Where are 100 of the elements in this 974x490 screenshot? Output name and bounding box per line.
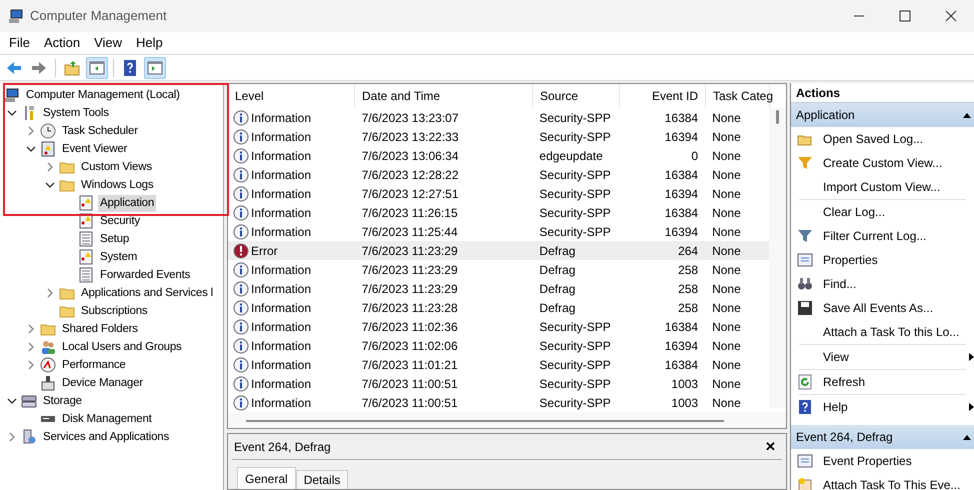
menu-item[interactable]: File	[2, 33, 37, 53]
tree-item[interactable]: Shared Folders	[60, 320, 140, 338]
tree-item[interactable]: Application	[98, 194, 156, 212]
event-id-cell-text: 258	[677, 300, 700, 316]
task-link[interactable]: Clear Log...	[823, 203, 886, 221]
task-link[interactable]: Help	[823, 398, 848, 416]
task-category-cell-text: None	[711, 148, 742, 164]
tree-item[interactable]: Device Manager	[60, 374, 145, 392]
event-row[interactable]: Information 7/6/2023 11:02:36 Security-SPP 16384 None	[228, 317, 769, 336]
task-link[interactable]: Filter Current Log...	[823, 227, 926, 245]
event-row[interactable]: Information 7/6/2023 13:23:07 Security-SPP 16384 None	[228, 108, 769, 127]
source-cell-text: Defrag	[538, 262, 576, 278]
event-row[interactable]: Information 7/6/2023 11:23:29 Defrag 258 None	[228, 260, 769, 279]
task-icon	[797, 477, 813, 490]
section-header[interactable]: Event 264, Defrag	[791, 425, 974, 449]
date-cell-text: 7/6/2023 11:00:51	[360, 376, 459, 392]
event-row[interactable]: Information 7/6/2023 11:26:15 Security-SPP 16384 None	[228, 203, 769, 222]
chevron-right-icon[interactable]	[26, 324, 36, 334]
task-link[interactable]: Import Custom View...	[823, 178, 940, 196]
event-row[interactable]: Information 7/6/2023 11:25:44 Security-SPP 16394 None	[228, 222, 769, 241]
task-link[interactable]: View	[823, 348, 849, 366]
level-cell-text: Information	[251, 262, 312, 278]
tree-item[interactable]: System	[98, 248, 140, 266]
chevron-down-icon[interactable]	[45, 180, 55, 190]
level-cell-text: Information	[251, 186, 312, 202]
chevron-right-icon[interactable]	[45, 288, 55, 298]
event-row[interactable]: Information 7/6/2023 11:00:51 Security-SPP 1003 None	[228, 374, 769, 393]
task-link[interactable]: Event Properties	[823, 452, 912, 470]
computer-icon	[8, 8, 24, 24]
close-button[interactable]: ✕	[761, 436, 780, 456]
event-row[interactable]: Information 7/6/2023 11:23:28 Defrag 258 None	[228, 298, 769, 317]
window-title: Computer Management	[30, 7, 167, 26]
tree-item[interactable]: Performance	[60, 356, 128, 374]
properties-icon	[797, 252, 813, 268]
tree-item[interactable]: Setup	[98, 230, 132, 248]
tree-item[interactable]: Security	[98, 212, 142, 230]
column-header[interactable]: Task Categ	[706, 84, 770, 108]
chevron-right-icon[interactable]	[26, 342, 36, 352]
tree-item[interactable]: Subscriptions	[79, 302, 150, 320]
tree-item[interactable]: Disk Management	[60, 410, 154, 428]
gauge-icon	[40, 357, 56, 373]
chevron-right-icon[interactable]	[7, 432, 17, 442]
info-icon	[233, 318, 249, 334]
event-row[interactable]: Information 7/6/2023 12:28:22 Security-SPP 16384 None	[228, 165, 769, 184]
help-icon	[121, 58, 139, 76]
chevron-right-icon[interactable]	[26, 126, 36, 136]
event-row[interactable]: Information 7/6/2023 11:02:06 Security-SPP 16394 None	[228, 336, 769, 355]
binoculars-icon	[797, 276, 813, 292]
detail-tab[interactable]: General	[237, 467, 296, 489]
task-link[interactable]: Find...	[823, 275, 856, 293]
horizontal-scrollbar[interactable]	[228, 412, 786, 428]
task-link[interactable]: Refresh	[823, 373, 866, 391]
section-title: Event 264, Defrag	[796, 429, 893, 446]
detail-tab[interactable]: Details	[296, 470, 348, 489]
column-header[interactable]: Source	[533, 84, 620, 108]
tree-item[interactable]: Windows Logs	[79, 176, 156, 194]
task-link[interactable]: Create Custom View...	[823, 154, 942, 172]
event-row[interactable]: Information 7/6/2023 12:27:51 Security-SPP 16394 None	[228, 184, 769, 203]
tree-item[interactable]: Local Users and Groups	[60, 338, 184, 356]
tree-item[interactable]: Custom Views	[79, 158, 154, 176]
task-link[interactable]: Save All Events As...	[823, 299, 934, 317]
event-row[interactable]: Information 7/6/2023 13:22:33 Security-SPP 16394 None	[228, 127, 769, 146]
tree-item[interactable]: System Tools	[41, 104, 111, 122]
tree-item[interactable]: Forwarded Events	[98, 266, 192, 284]
event-row[interactable]: Information 7/6/2023 11:00:51 Security-SPP 1003 None	[228, 393, 769, 412]
chevron-right-icon[interactable]	[45, 162, 55, 172]
info-icon	[233, 224, 249, 240]
column-header[interactable]: Date and Time	[355, 84, 533, 108]
collapse-arrow-icon	[963, 434, 971, 440]
toolbar-button[interactable]	[144, 56, 166, 78]
chevron-down-icon[interactable]	[26, 144, 36, 154]
menu-item[interactable]: Help	[129, 33, 170, 53]
task-link[interactable]: Attach a Task To this Lo...	[823, 323, 960, 341]
column-header[interactable]: Level	[228, 84, 355, 108]
toolbar-button[interactable]	[86, 56, 108, 78]
task-link[interactable]: Attach Task To This Eve...	[823, 476, 960, 490]
event-row[interactable]: Information 7/6/2023 11:23:29 Defrag 258 None	[228, 279, 769, 298]
menu-item[interactable]: View	[87, 33, 130, 53]
tree-item[interactable]: Applications and Services l	[79, 284, 216, 302]
event-row[interactable]: Information 7/6/2023 11:01:21 Security-SPP 16384 None	[228, 355, 769, 374]
menu-item[interactable]: Action	[36, 33, 88, 53]
chevron-down-icon[interactable]	[7, 396, 17, 406]
source-cell-text: Defrag	[538, 300, 576, 316]
event-log-icon	[40, 141, 56, 157]
tree-item[interactable]: Task Scheduler	[60, 122, 140, 140]
level-cell-text: Information	[251, 204, 312, 222]
tree-item[interactable]: Event Viewer	[60, 140, 130, 158]
task-link[interactable]: Properties	[823, 251, 878, 269]
vertical-scrollbar[interactable]	[769, 108, 786, 408]
section-header[interactable]: Application	[791, 103, 974, 127]
tree-item[interactable]: Computer Management (Local)	[24, 86, 182, 104]
tree-item[interactable]: Services and Applications	[41, 428, 172, 446]
chevron-down-icon[interactable]	[7, 108, 17, 118]
task-link[interactable]: Open Saved Log...	[823, 130, 924, 148]
level-cell-text: Information	[251, 356, 312, 374]
chevron-right-icon[interactable]	[26, 360, 36, 370]
column-header[interactable]: Event ID	[620, 84, 706, 108]
event-row[interactable]: Information 7/6/2023 13:06:34 edgeupdate 0 None	[228, 146, 769, 165]
tree-item[interactable]: Storage	[41, 392, 84, 410]
event-row[interactable]: Error 7/6/2023 11:23:29 Defrag 264 None	[228, 241, 769, 260]
